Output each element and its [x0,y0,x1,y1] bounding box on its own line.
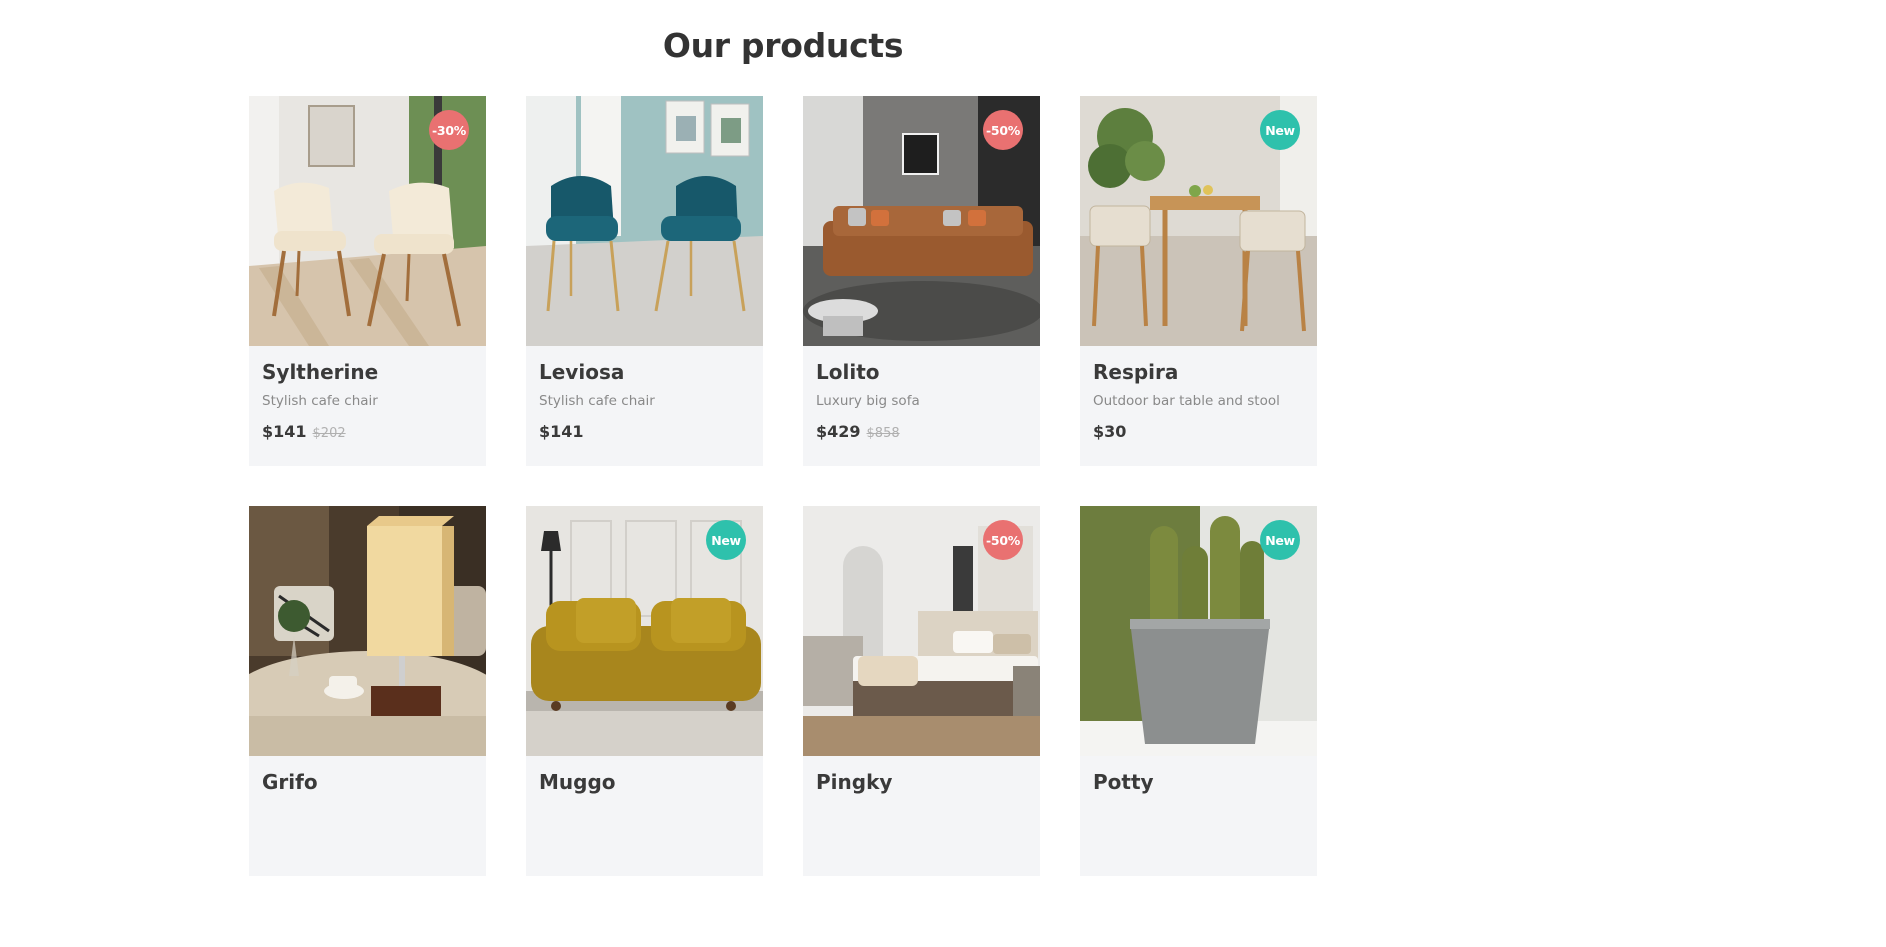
product-price: $141 [539,422,584,441]
discount-badge: -30% [429,110,469,150]
product-name: Potty [1093,770,1154,794]
product-card-lolito[interactable]: -50% Lolito Luxury big sofa $429 $858 [803,96,1040,466]
product-name: Grifo [262,770,318,794]
product-card-leviosa[interactable]: Leviosa Stylish cafe chair $141 [526,96,763,466]
product-name: Syltherine [262,360,379,384]
product-card-syltherine[interactable]: -30% Syltherine Stylish cafe chair $141 … [249,96,486,466]
price-row: $429 $858 [816,422,1027,441]
product-card-potty[interactable]: New Potty [1080,506,1317,876]
product-info: Potty [1080,756,1317,793]
old-price: $202 [312,426,346,441]
cream-chairs-image: -30% [249,96,486,346]
product-card-grifo[interactable]: Grifo [249,506,486,876]
product-info: Pingky [803,756,1040,793]
product-description: Luxury big sofa [816,393,920,409]
product-name: Pingky [816,770,893,794]
new-badge: New [706,520,746,560]
teal-chairs-image [526,96,763,346]
product-description: Stylish cafe chair [262,393,378,409]
product-card-respira[interactable]: New Respira Outdoor bar table and stool … [1080,96,1317,466]
products-page: Our products -30% Syltherine Stylish caf… [0,0,1886,947]
mustard-sofa-image: New [526,506,763,756]
leather-sofa-image: -50% [803,96,1040,346]
product-price: $30 [1093,422,1127,441]
product-name: Lolito [816,360,880,384]
product-card-pingky[interactable]: -50% Pingky [803,506,1040,876]
discount-badge: -50% [983,520,1023,560]
product-info: Respira Outdoor bar table and stool $30 [1080,346,1317,441]
old-price: $858 [866,426,900,441]
product-grid: -30% Syltherine Stylish cafe chair $141 … [249,96,1317,876]
product-card-muggo[interactable]: New Muggo [526,506,763,876]
product-description: Outdoor bar table and stool [1093,393,1280,409]
product-description: Stylish cafe chair [539,393,655,409]
product-name: Muggo [539,770,616,794]
section-title: Our products [662,26,904,65]
product-name: Leviosa [539,360,625,384]
new-badge: New [1260,520,1300,560]
product-info: Muggo [526,756,763,793]
bar-table-image: New [1080,96,1317,346]
product-info: Leviosa Stylish cafe chair $141 [526,346,763,441]
product-info: Lolito Luxury big sofa $429 $858 [803,346,1040,441]
price-row: $141 $202 [262,422,473,441]
product-info: Syltherine Stylish cafe chair $141 $202 [249,346,486,441]
product-name: Respira [1093,360,1179,384]
new-badge: New [1260,110,1300,150]
price-row: $30 [1093,422,1304,441]
product-price: $429 [816,422,861,441]
product-price: $141 [262,422,307,441]
product-info: Grifo [249,756,486,793]
cactus-pot-image: New [1080,506,1317,756]
bedroom-image: -50% [803,506,1040,756]
discount-badge: -50% [983,110,1023,150]
price-row: $141 [539,422,750,441]
table-lamp-image [249,506,486,756]
